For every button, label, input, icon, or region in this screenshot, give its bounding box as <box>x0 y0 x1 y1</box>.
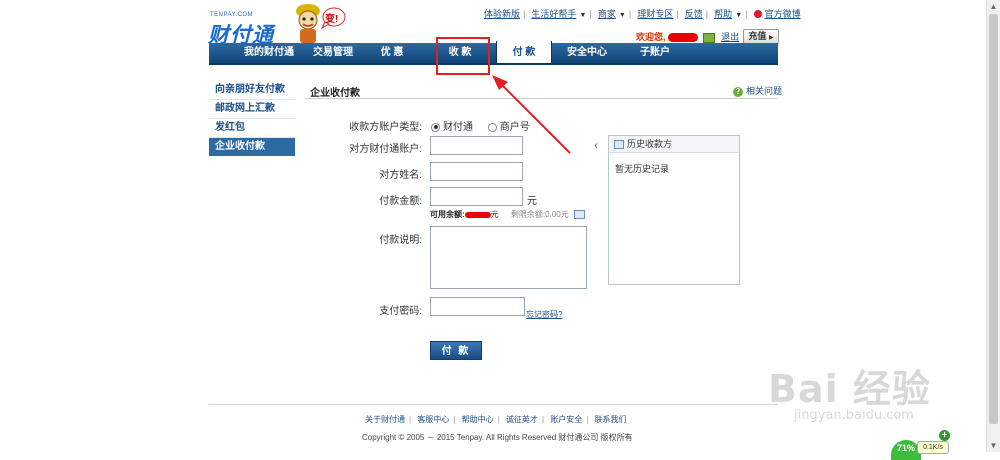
redacted-balance <box>464 211 491 218</box>
chevron-down-icon[interactable]: ▼ <box>735 12 742 19</box>
footer-divider <box>209 404 778 405</box>
chevron-down-icon[interactable]: ▼ <box>580 12 587 19</box>
vertical-scrollbar[interactable]: ▲ ▼ <box>986 0 1000 452</box>
sidebar-item-postal-remit[interactable]: 邮政网上汇款 <box>209 100 295 119</box>
logo-domain: TENPAY.COM <box>210 12 254 18</box>
tab-security[interactable]: 安全中心 <box>557 43 617 63</box>
tab-sub-account[interactable]: 子账户 <box>629 43 681 63</box>
chevron-right-icon: ▶ <box>768 35 774 41</box>
tenpay-logo[interactable]: TENPAY.COM 财付通 <box>208 12 290 47</box>
top-link-life-helper[interactable]: 生活好帮手 <box>531 9 576 19</box>
top-link-new-version[interactable]: 体验新版 <box>484 9 520 19</box>
note-label: 付款说明: <box>379 235 422 246</box>
radio-tenpay[interactable] <box>431 122 440 132</box>
sidebar-item-enterprise[interactable]: 企业收付款 <box>209 138 295 156</box>
network-speed-widget[interactable]: + 71% 0.1K/s <box>887 420 959 460</box>
footer-link-service[interactable]: 客服中心 <box>417 415 449 424</box>
recharge-label: 充值 <box>748 31 767 41</box>
divider <box>305 98 777 99</box>
account-type-label: 收款方账户类型: <box>349 122 422 133</box>
recharge-button[interactable]: 充值 ▶ <box>743 29 779 44</box>
limit-balance-label: 剩限余额: <box>510 210 546 219</box>
welcome-bar: 欢迎您, 退出 <box>636 30 739 43</box>
copyright-text: Copyright © 2005 － 2015 Tenpay. All Righ… <box>362 433 633 442</box>
top-link-merchant[interactable]: 商家 <box>598 9 616 19</box>
sidebar-item-pay-friends[interactable]: 向亲朋好友付款 <box>209 81 295 100</box>
name-label: 对方姓名: <box>379 170 422 181</box>
calculator-icon[interactable] <box>573 210 585 220</box>
top-links: 体验新版 | 生活好帮手 ▼ | 商家 ▼ | 理财专区 | 反馈 | 帮助 ▼ | 官方微… <box>484 9 801 19</box>
limit-balance-value: 0.00元 <box>545 210 569 219</box>
mascot-badge: 变! <box>325 14 339 25</box>
related-questions-link[interactable]: ? 相关问题 <box>733 84 782 97</box>
question-icon: ? <box>733 87 743 97</box>
account-label: 对方财付通账户: <box>349 144 422 155</box>
redacted-username <box>668 33 699 43</box>
name-input[interactable] <box>430 162 523 181</box>
radio-merchant-label: 商户号 <box>499 122 530 133</box>
account-input[interactable] <box>430 136 523 155</box>
tab-pay[interactable]: 付 款 <box>496 41 552 63</box>
top-link-weibo[interactable]: 官方微博 <box>765 9 801 19</box>
radio-tenpay-label: 财付通 <box>443 122 473 133</box>
top-link-finance[interactable]: 理财专区 <box>637 9 673 19</box>
sidebar-item-red-packet[interactable]: 发红包 <box>209 119 295 138</box>
note-textarea[interactable] <box>430 226 587 289</box>
tab-my-tenpay[interactable]: 我的财付通 <box>227 43 311 63</box>
footer-link-about[interactable]: 关于财付通 <box>365 415 405 424</box>
scroll-up-icon[interactable]: ▲ <box>988 1 999 12</box>
related-questions-label: 相关问题 <box>746 86 783 96</box>
main-nav: 我的财付通 交易管理 优 惠 收 款 付 款 安全中心 子账户 <box>209 41 778 65</box>
history-title: 历史收款方 <box>627 139 673 149</box>
contacts-icon <box>614 140 624 150</box>
watermark-brand: Bai 经验 <box>768 367 931 411</box>
available-balance-unit: 元 <box>490 210 499 219</box>
tab-discounts[interactable]: 优 惠 <box>369 43 415 63</box>
forgot-password-link[interactable]: 忘记密码? <box>526 309 562 320</box>
history-payees-panel: 历史收款方 暂无历史记录 <box>608 135 740 285</box>
history-header: 历史收款方 <box>609 136 739 153</box>
footer-link-security[interactable]: 账户安全 <box>550 415 582 424</box>
footer-link-help[interactable]: 帮助中心 <box>462 415 494 424</box>
speed-rate: 0.1K/s <box>917 441 949 454</box>
amount-label: 付款金额: <box>379 196 422 207</box>
chevron-down-icon[interactable]: ▼ <box>619 12 626 19</box>
top-link-feedback[interactable]: 反馈 <box>685 9 703 19</box>
radio-merchant[interactable] <box>487 122 497 132</box>
logout-link[interactable]: 退出 <box>721 32 739 42</box>
pay-button[interactable]: 付 款 <box>430 341 482 360</box>
user-card-icon[interactable] <box>702 32 715 43</box>
weibo-icon <box>753 10 762 19</box>
footer-link-careers[interactable]: 诚征英才 <box>506 415 538 424</box>
available-balance-label: 可用余额: <box>430 210 465 219</box>
balance-line: 可用余额: 元 剩限余额:0.00元 <box>430 209 585 220</box>
mascot-image: 变! <box>294 3 348 43</box>
collapse-arrow-icon[interactable]: ‹ <box>594 138 598 152</box>
plus-icon[interactable]: + <box>939 430 950 441</box>
welcome-label: 欢迎您, <box>636 32 666 42</box>
amount-unit: 元 <box>527 196 537 207</box>
footer-links: 关于财付通 | 客服中心 | 帮助中心 | 诚征英才 | 账户安全 | 联系我们 <box>365 415 627 424</box>
password-input[interactable] <box>430 297 525 316</box>
account-type-radio-group: 财付通 商户号 <box>431 118 530 133</box>
footer-link-contact[interactable]: 联系我们 <box>595 415 627 424</box>
tab-transactions[interactable]: 交易管理 <box>303 43 363 63</box>
scrollbar-thumb[interactable] <box>989 14 998 424</box>
scroll-down-icon[interactable]: ▼ <box>988 440 999 451</box>
password-label: 支付密码: <box>379 306 422 317</box>
page-title: 企业收付款 <box>310 88 360 99</box>
amount-input[interactable] <box>430 187 523 206</box>
top-link-help[interactable]: 帮助 <box>714 9 732 19</box>
annotation-highlight-box <box>436 37 490 75</box>
sidebar: 向亲朋好友付款 邮政网上汇款 发红包 企业收付款 <box>209 81 295 156</box>
history-empty-text: 暂无历史记录 <box>615 164 670 174</box>
